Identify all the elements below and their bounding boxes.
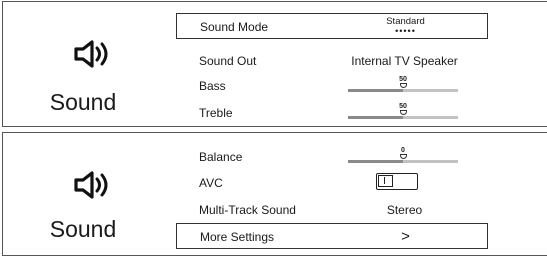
menu-item-bass[interactable]: Bass 50: [176, 73, 488, 99]
menu-item-sound-mode[interactable]: Sound Mode Standard •••••: [176, 13, 488, 39]
slider-fill: [348, 160, 403, 163]
menu-item-label: Balance: [199, 150, 243, 164]
menu-item-treble[interactable]: Treble 50: [176, 100, 488, 126]
treble-slider[interactable]: 50: [348, 103, 458, 120]
avc-toggle[interactable]: [376, 173, 418, 190]
slider-knob[interactable]: 0: [396, 147, 410, 159]
menu-item-multi-track-sound[interactable]: Multi-Track Sound Stereo: [176, 197, 488, 223]
multi-track-value: Stereo: [386, 203, 423, 217]
menu-item-avc[interactable]: AVC: [176, 170, 488, 196]
slider-knob[interactable]: 50: [396, 76, 410, 88]
option-dots: •••••: [395, 26, 416, 36]
chevron-right-icon: >: [401, 228, 410, 245]
slider-thumb-icon: [399, 110, 407, 115]
sound-category: Sound: [3, 133, 163, 255]
slider-fill: [348, 89, 403, 92]
category-title: Sound: [49, 216, 117, 242]
slider-value: 50: [399, 103, 407, 110]
speaker-icon: [74, 40, 108, 68]
category-title: Sound: [49, 89, 117, 115]
menu-item-label: More Settings: [200, 230, 275, 244]
menu-item-label: Bass: [199, 79, 226, 93]
sound-menu-panel: Sound Sound Mode Standard ••••• Sound Ou…: [2, 1, 547, 127]
slider-knob[interactable]: 50: [396, 103, 410, 115]
sound-menu-panel: Sound Balance 0 AVC Multi-Track Sound St…: [2, 132, 547, 256]
menu-item-balance[interactable]: Balance 0: [176, 144, 488, 170]
slider-value: 50: [399, 76, 407, 83]
menu-item-label: Multi-Track Sound: [199, 203, 296, 217]
toggle-knob: [378, 175, 393, 187]
sound-out-value: Internal TV Speaker: [351, 54, 458, 68]
balance-slider[interactable]: 0: [348, 147, 458, 164]
bass-slider[interactable]: 50: [348, 76, 458, 93]
menu-item-sound-out[interactable]: Sound Out Internal TV Speaker: [176, 48, 488, 74]
slider-value: 0: [401, 147, 405, 154]
menu-item-label: Sound Mode: [200, 20, 269, 34]
slider-thumb-icon: [399, 83, 407, 88]
speaker-icon: [74, 171, 108, 199]
slider-fill: [348, 116, 403, 119]
menu-item-label: Sound Out: [199, 54, 257, 68]
sound-category: Sound: [3, 2, 163, 126]
menu-item-more-settings[interactable]: More Settings >: [176, 223, 488, 249]
menu-item-label: Treble: [199, 106, 233, 120]
slider-thumb-icon: [399, 154, 407, 159]
menu-item-label: AVC: [199, 176, 223, 190]
